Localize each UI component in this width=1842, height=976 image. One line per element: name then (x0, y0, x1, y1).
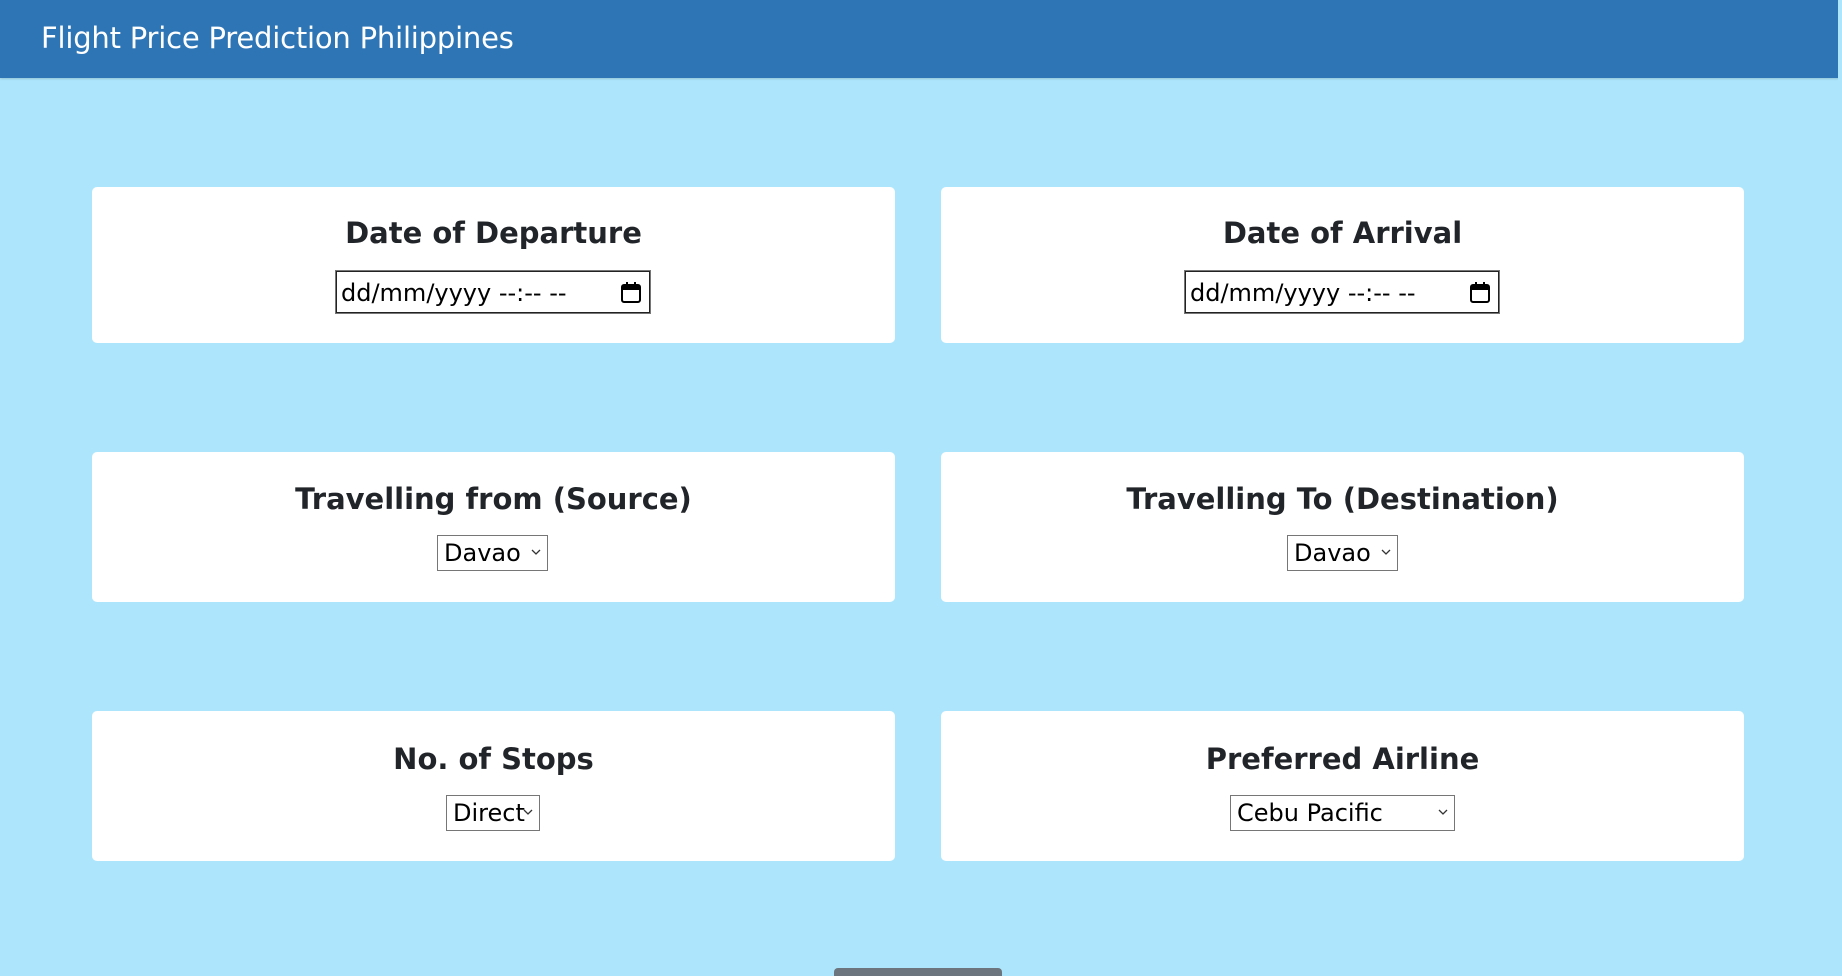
airline-card: Preferred Airline Cebu Pacific (941, 711, 1744, 861)
source-title: Travelling from (Source) (295, 482, 692, 516)
arrival-card: Date of Arrival dd/mm/yyyy --:-- -- (941, 187, 1744, 343)
arrival-datetime-input[interactable]: dd/mm/yyyy --:-- -- (1184, 270, 1500, 314)
arrival-datetime-placeholder: dd/mm/yyyy --:-- -- (1190, 279, 1416, 307)
airline-select[interactable]: Cebu Pacific (1230, 795, 1455, 831)
destination-select[interactable]: Davao (1287, 535, 1398, 571)
destination-title: Travelling To (Destination) (1126, 482, 1559, 516)
departure-datetime-input[interactable]: dd/mm/yyyy --:-- -- (335, 270, 651, 314)
chevron-down-icon (523, 809, 533, 815)
departure-title: Date of Departure (345, 216, 642, 250)
chevron-down-icon (1381, 549, 1391, 555)
departure-datetime-placeholder: dd/mm/yyyy --:-- -- (341, 279, 567, 307)
arrival-title: Date of Arrival (1222, 216, 1463, 250)
calendar-icon[interactable] (1469, 282, 1491, 304)
destination-selected-value: Davao (1294, 539, 1371, 567)
calendar-icon[interactable] (620, 282, 642, 304)
source-selected-value: Davao (444, 539, 521, 567)
page-scrollbar[interactable] (1838, 0, 1842, 972)
airline-selected-value: Cebu Pacific (1237, 799, 1383, 827)
top-navbar: Flight Price Prediction Philippines (0, 0, 1842, 78)
airline-title: Preferred Airline (1205, 742, 1480, 776)
navbar-brand[interactable]: Flight Price Prediction Philippines (41, 20, 514, 56)
chevron-down-icon (531, 549, 541, 555)
chevron-down-icon (1438, 809, 1448, 815)
stops-select[interactable]: Direct (446, 795, 540, 831)
source-card: Travelling from (Source) Davao (92, 452, 895, 602)
predict-button-partial[interactable] (834, 968, 1002, 976)
source-select[interactable]: Davao (437, 535, 548, 571)
stops-selected-value: Direct (453, 799, 525, 827)
stops-card: No. of Stops Direct (92, 711, 895, 861)
stops-title: No. of Stops (393, 742, 594, 776)
departure-card: Date of Departure dd/mm/yyyy --:-- -- (92, 187, 895, 343)
destination-card: Travelling To (Destination) Davao (941, 452, 1744, 602)
